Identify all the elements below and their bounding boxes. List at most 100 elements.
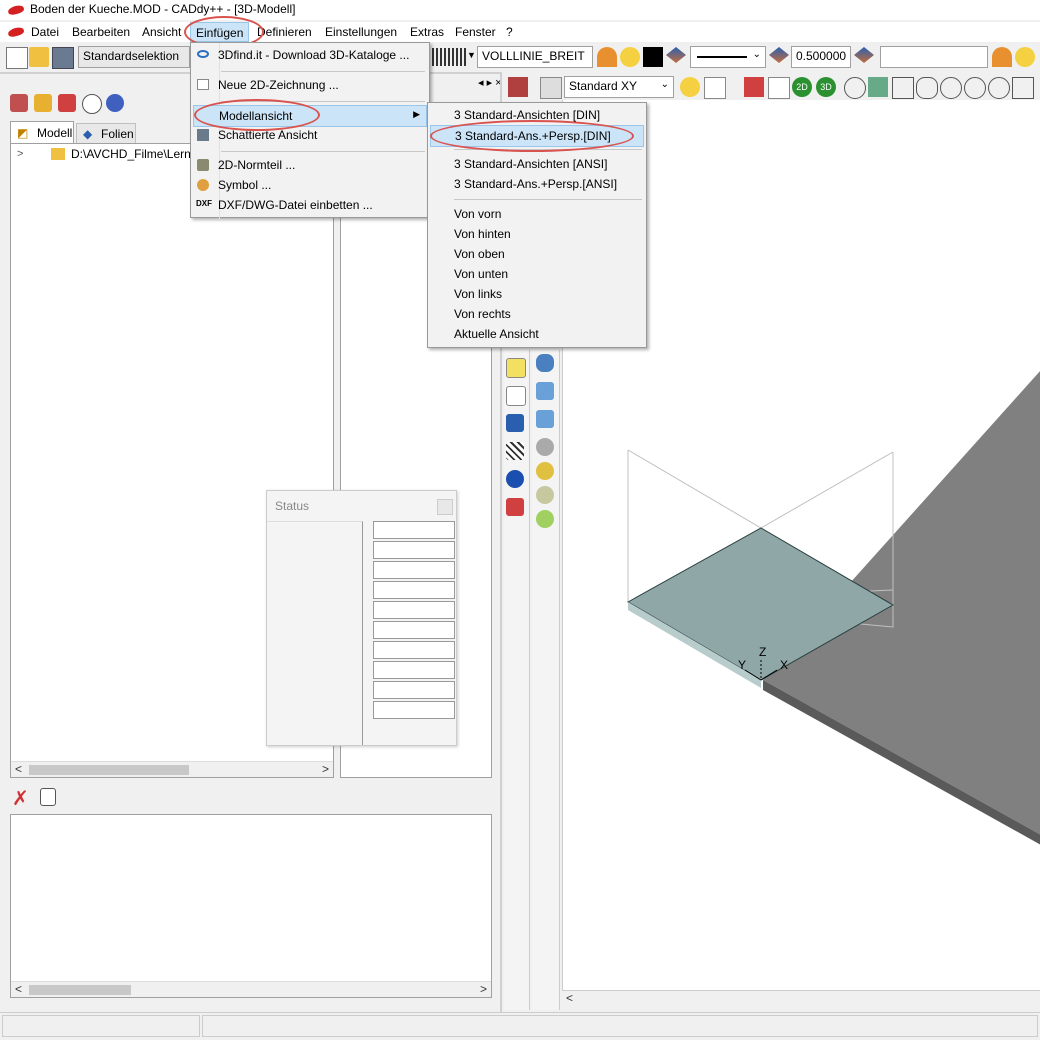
view-box-icon[interactable]	[508, 77, 528, 97]
linestyle-select[interactable]: ⌄	[690, 46, 766, 68]
sphere-yellow-icon[interactable]	[536, 462, 554, 480]
info-icon[interactable]	[506, 470, 524, 488]
cylinder-icon[interactable]	[536, 354, 554, 372]
pan-hand-icon[interactable]	[916, 77, 938, 99]
hatch-tool-icon[interactable]	[506, 442, 524, 460]
view-select[interactable]: Standard XY ⌄	[564, 76, 674, 98]
render-icon[interactable]	[868, 77, 888, 97]
pen-icon[interactable]	[744, 77, 764, 97]
zoom-icon[interactable]	[988, 77, 1010, 99]
light-icon[interactable]	[680, 77, 700, 97]
sphere-grey-icon[interactable]	[536, 438, 554, 456]
eraser-icon[interactable]	[506, 498, 524, 516]
layers-stack-icon-2[interactable]	[769, 47, 789, 63]
menu-help[interactable]: ?	[506, 25, 513, 39]
delete-cross-icon[interactable]: ✗	[12, 786, 29, 811]
new-file-icon[interactable]	[6, 47, 28, 69]
menu-definieren[interactable]: Definieren	[257, 25, 312, 39]
submenu-item-von-oben[interactable]: Von oben	[428, 244, 646, 264]
rotate-icon[interactable]	[940, 77, 962, 99]
menu-ansicht[interactable]: Ansicht	[142, 25, 181, 39]
folder-tool-icon[interactable]	[34, 94, 52, 112]
horizontal-scrollbar-2[interactable]: < >	[11, 981, 491, 997]
menu-item-3dfind[interactable]: 3Dfind.it - Download 3D-Kataloge ...	[191, 45, 429, 65]
menu-fenster[interactable]: Fenster	[455, 25, 496, 39]
menu-einstellungen[interactable]: Einstellungen	[325, 25, 397, 39]
dropdown-arrow-icon[interactable]: ▼	[467, 50, 476, 60]
zoom-window-icon[interactable]	[892, 77, 914, 99]
edit-icon[interactable]	[768, 77, 790, 99]
sphere-light-icon[interactable]	[536, 486, 554, 504]
curve-icon[interactable]	[704, 77, 726, 99]
menu-datei[interactable]: Datei	[31, 25, 59, 39]
submenu-item-label: 3 Standard-Ansichten [ANSI]	[454, 157, 608, 171]
text-tool-icon[interactable]	[506, 414, 524, 432]
scroll-right-icon[interactable]: >	[322, 762, 329, 776]
linetype-field[interactable]: VOLLLINIE_BREIT	[477, 46, 593, 68]
tab-folien[interactable]: ◆ Folien	[76, 123, 136, 143]
zoom-extents-icon[interactable]	[1012, 77, 1034, 99]
lineweight-field[interactable]: 0.500000	[791, 46, 851, 68]
plate-icon[interactable]	[536, 410, 554, 428]
submenu-item-aktuelle-ansicht[interactable]: Aktuelle Ansicht	[428, 324, 646, 344]
scrollbar-thumb-2[interactable]	[29, 985, 131, 995]
3d-mode-icon[interactable]: 3D	[816, 77, 836, 97]
viewport-hscrollbar[interactable]: <	[562, 990, 1040, 1006]
layers-stack-icon[interactable]	[666, 47, 686, 63]
scroll-left-icon-2[interactable]: <	[15, 982, 22, 996]
submenu-item-3-std-ansi[interactable]: 3 Standard-Ansichten [ANSI]	[428, 154, 646, 174]
menu-bearbeiten[interactable]: Bearbeiten	[72, 25, 130, 39]
panel-arrows-icon[interactable]: ◂ ▸ ×	[478, 76, 502, 89]
menu-item-dxf-dwg[interactable]: DXF DXF/DWG-Datei einbetten ...	[191, 195, 429, 215]
layers-stack-icon-3[interactable]	[854, 47, 874, 63]
clock-tool-icon[interactable]	[82, 94, 102, 114]
orbit-icon[interactable]	[844, 77, 866, 99]
save-icon[interactable]	[52, 47, 74, 69]
2d-mode-icon[interactable]: 2D	[792, 77, 812, 97]
box-icon[interactable]	[536, 382, 554, 400]
select-tool-icon[interactable]	[506, 358, 526, 378]
view-plane-icon[interactable]	[540, 77, 562, 99]
menu-extras[interactable]: Extras	[410, 25, 444, 39]
submenu-item-von-rechts[interactable]: Von rechts	[428, 304, 646, 324]
sphere-green-icon[interactable]	[536, 510, 554, 528]
tree-path-label[interactable]: D:\AVCHD_Filme\Lern	[71, 147, 191, 161]
status-cell	[373, 541, 455, 559]
color-black-swatch[interactable]	[643, 47, 663, 67]
grid-pattern-icon[interactable]	[432, 48, 466, 66]
layer-icon[interactable]	[597, 47, 617, 67]
menu-item-symbol[interactable]: Symbol ...	[191, 175, 429, 195]
submenu-item-von-hinten[interactable]: Von hinten	[428, 224, 646, 244]
dimension-tool-icon[interactable]	[506, 386, 526, 406]
expand-chevron-icon[interactable]: >	[17, 148, 23, 160]
submenu-item-von-unten[interactable]: Von unten	[428, 264, 646, 284]
einfuegen-menu: 3Dfind.it - Download 3D-Kataloge ... Neu…	[190, 42, 430, 219]
viewport-scroll-left-btn[interactable]: <	[566, 991, 573, 1005]
tab-modell[interactable]: ◩ Modell	[10, 121, 74, 143]
selection-mode-field[interactable]: Standardselektion	[78, 46, 190, 68]
scrollbar-thumb[interactable]	[29, 765, 189, 775]
text-input-field[interactable]	[880, 46, 988, 68]
submenu-item-von-links[interactable]: Von links	[428, 284, 646, 304]
open-folder-icon[interactable]	[29, 47, 49, 67]
horizontal-scrollbar[interactable]: < >	[11, 761, 333, 777]
symbol-icon	[197, 179, 209, 191]
bulb-icon-2[interactable]	[1015, 47, 1035, 67]
status-cell	[373, 641, 455, 659]
scroll-right-icon-2[interactable]: >	[480, 982, 487, 996]
status-close-button[interactable]	[437, 499, 453, 515]
axis-label-y: Y	[738, 658, 747, 672]
model-tool-icon[interactable]	[10, 94, 28, 112]
menu-item-2d-normteil[interactable]: 2D-Normteil ...	[191, 155, 429, 175]
submenu-item-von-vorn[interactable]: Von vorn	[428, 204, 646, 224]
status-left-area	[267, 521, 363, 745]
folder-layer-icon[interactable]	[992, 47, 1012, 67]
hand-tool-icon[interactable]	[58, 94, 76, 112]
bulb-icon[interactable]	[620, 47, 640, 67]
submenu-item-3-std-persp-ansi[interactable]: 3 Standard-Ans.+Persp.[ANSI]	[428, 174, 646, 194]
scroll-left-icon[interactable]: <	[15, 762, 22, 776]
bucket-icon[interactable]	[40, 788, 56, 806]
menu-item-neue-2d-zeichnung[interactable]: Neue 2D-Zeichnung ...	[191, 75, 429, 95]
settings-tool-icon[interactable]	[106, 94, 124, 112]
rotate-icon-2[interactable]	[964, 77, 986, 99]
